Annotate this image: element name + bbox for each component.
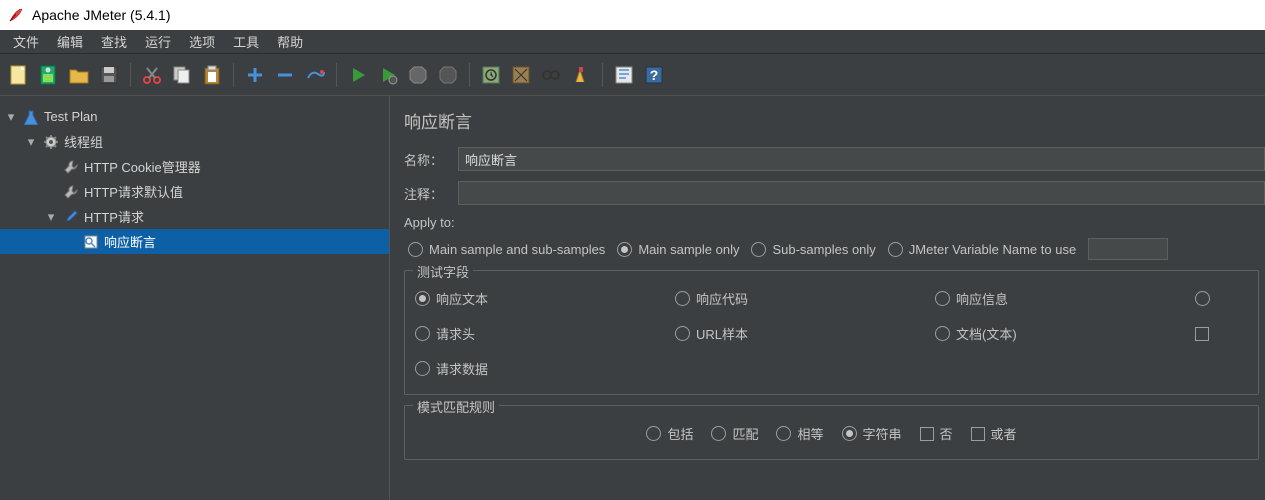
start-no-timers-icon[interactable] [375,62,401,88]
radio-jmeter-var[interactable]: JMeter Variable Name to use [888,242,1076,257]
tree-http-defaults[interactable]: HTTP请求默认值 [0,179,389,204]
menu-bar: 文件 编辑 查找 运行 选项 工具 帮助 [0,30,1265,54]
tree-response-assertion[interactable]: 响应断言 [0,229,389,254]
app-feather-icon [8,7,24,23]
jmeter-var-input[interactable] [1088,238,1168,260]
tree-label: HTTP请求 [84,207,144,226]
name-input[interactable] [458,147,1265,171]
expand-icon[interactable] [242,62,268,88]
toggle-icon[interactable] [302,62,328,88]
radio-sub-only[interactable]: Sub-samples only [751,242,875,257]
main-area: ▾ Test Plan ▾ 线程组 HTTP Cookie管理器 HTTP请求默… [0,96,1265,500]
radio-request-data[interactable]: 请求数据 [415,359,675,378]
name-label: 名称： [404,150,458,169]
clear-icon[interactable] [478,62,504,88]
chevron-down-icon[interactable]: ▾ [4,109,18,125]
test-field-legend: 测试字段 [413,262,473,281]
gear-icon [42,133,60,151]
comment-label: 注释： [404,184,458,203]
radio-extra-1[interactable] [1195,289,1248,308]
tree-test-plan[interactable]: ▾ Test Plan [0,104,389,129]
menu-tools[interactable]: 工具 [224,30,268,53]
save-icon[interactable] [96,62,122,88]
radio-response-text[interactable]: 响应文本 [415,289,675,308]
apply-to-label: Apply to: [404,215,1265,230]
tree-http-request[interactable]: ▾ HTTP请求 [0,204,389,229]
clear-all-icon[interactable] [508,62,534,88]
assertion-icon [82,233,100,251]
tree-label: 响应断言 [104,232,156,251]
checkbox-not[interactable]: 否 [920,424,953,443]
shutdown-icon[interactable] [435,62,461,88]
menu-help[interactable]: 帮助 [268,30,312,53]
radio-matches[interactable]: 匹配 [711,424,758,443]
radio-url-sample[interactable]: URL样本 [675,324,935,343]
radio-equals[interactable]: 相等 [776,424,823,443]
tree-label: Test Plan [44,109,97,124]
radio-substring[interactable]: 字符串 [842,424,902,443]
svg-text:?: ? [650,67,659,83]
editor-panel: 响应断言 名称： 注释： Apply to: Main sample and s… [390,96,1265,500]
cut-icon[interactable] [139,62,165,88]
open-icon[interactable] [66,62,92,88]
wrench-icon [62,183,80,201]
help-icon[interactable]: ? [641,62,667,88]
radio-contains[interactable]: 包括 [646,424,693,443]
tree-label: 线程组 [64,132,103,151]
test-field-fieldset: 测试字段 响应文本 响应代码 响应信息 请求头 URL样本 文档(文本) 请求数… [404,270,1259,395]
comment-input[interactable] [458,181,1265,205]
chevron-down-icon[interactable]: ▾ [24,134,38,150]
menu-run[interactable]: 运行 [136,30,180,53]
menu-file[interactable]: 文件 [4,30,48,53]
checkbox-or[interactable]: 或者 [971,424,1017,443]
title-bar: Apache JMeter (5.4.1) [0,0,1265,30]
checkbox-extra-2[interactable] [1195,324,1248,343]
menu-edit[interactable]: 编辑 [48,30,92,53]
menu-options[interactable]: 选项 [180,30,224,53]
wrench-icon [62,158,80,176]
copy-icon[interactable] [169,62,195,88]
toolbar: ? [0,54,1265,96]
menu-search[interactable]: 查找 [92,30,136,53]
match-rule-fieldset: 模式匹配规则 包括 匹配 相等 字符串 否 或者 [404,405,1259,460]
collapse-icon[interactable] [272,62,298,88]
chevron-down-icon[interactable]: ▾ [44,209,58,225]
tree-thread-group[interactable]: ▾ 线程组 [0,129,389,154]
radio-main-only[interactable]: Main sample only [617,242,739,257]
split-handle-icon[interactable]: ⋮⋮ [388,416,390,427]
search-icon[interactable] [538,62,564,88]
tree-label: HTTP请求默认值 [84,182,183,201]
tree-label: HTTP Cookie管理器 [84,157,201,176]
paste-icon[interactable] [199,62,225,88]
app-title: Apache JMeter (5.4.1) [32,7,171,23]
radio-main-sub[interactable]: Main sample and sub-samples [408,242,605,257]
radio-response-code[interactable]: 响应代码 [675,289,935,308]
reset-search-icon[interactable] [568,62,594,88]
panel-heading: 响应断言 [404,108,1265,133]
apply-to-group: Main sample and sub-samples Main sample … [408,238,1265,260]
pipette-icon [62,208,80,226]
start-icon[interactable] [345,62,371,88]
radio-document[interactable]: 文档(文本) [935,324,1195,343]
function-icon[interactable] [611,62,637,88]
stop-icon[interactable] [405,62,431,88]
radio-response-message[interactable]: 响应信息 [935,289,1195,308]
tree-panel: ▾ Test Plan ▾ 线程组 HTTP Cookie管理器 HTTP请求默… [0,96,390,500]
match-rule-legend: 模式匹配规则 [413,397,499,416]
templates-icon[interactable] [36,62,62,88]
radio-request-headers[interactable]: 请求头 [415,324,675,343]
new-icon[interactable] [6,62,32,88]
flask-icon [22,108,40,126]
tree-cookie-manager[interactable]: HTTP Cookie管理器 [0,154,389,179]
